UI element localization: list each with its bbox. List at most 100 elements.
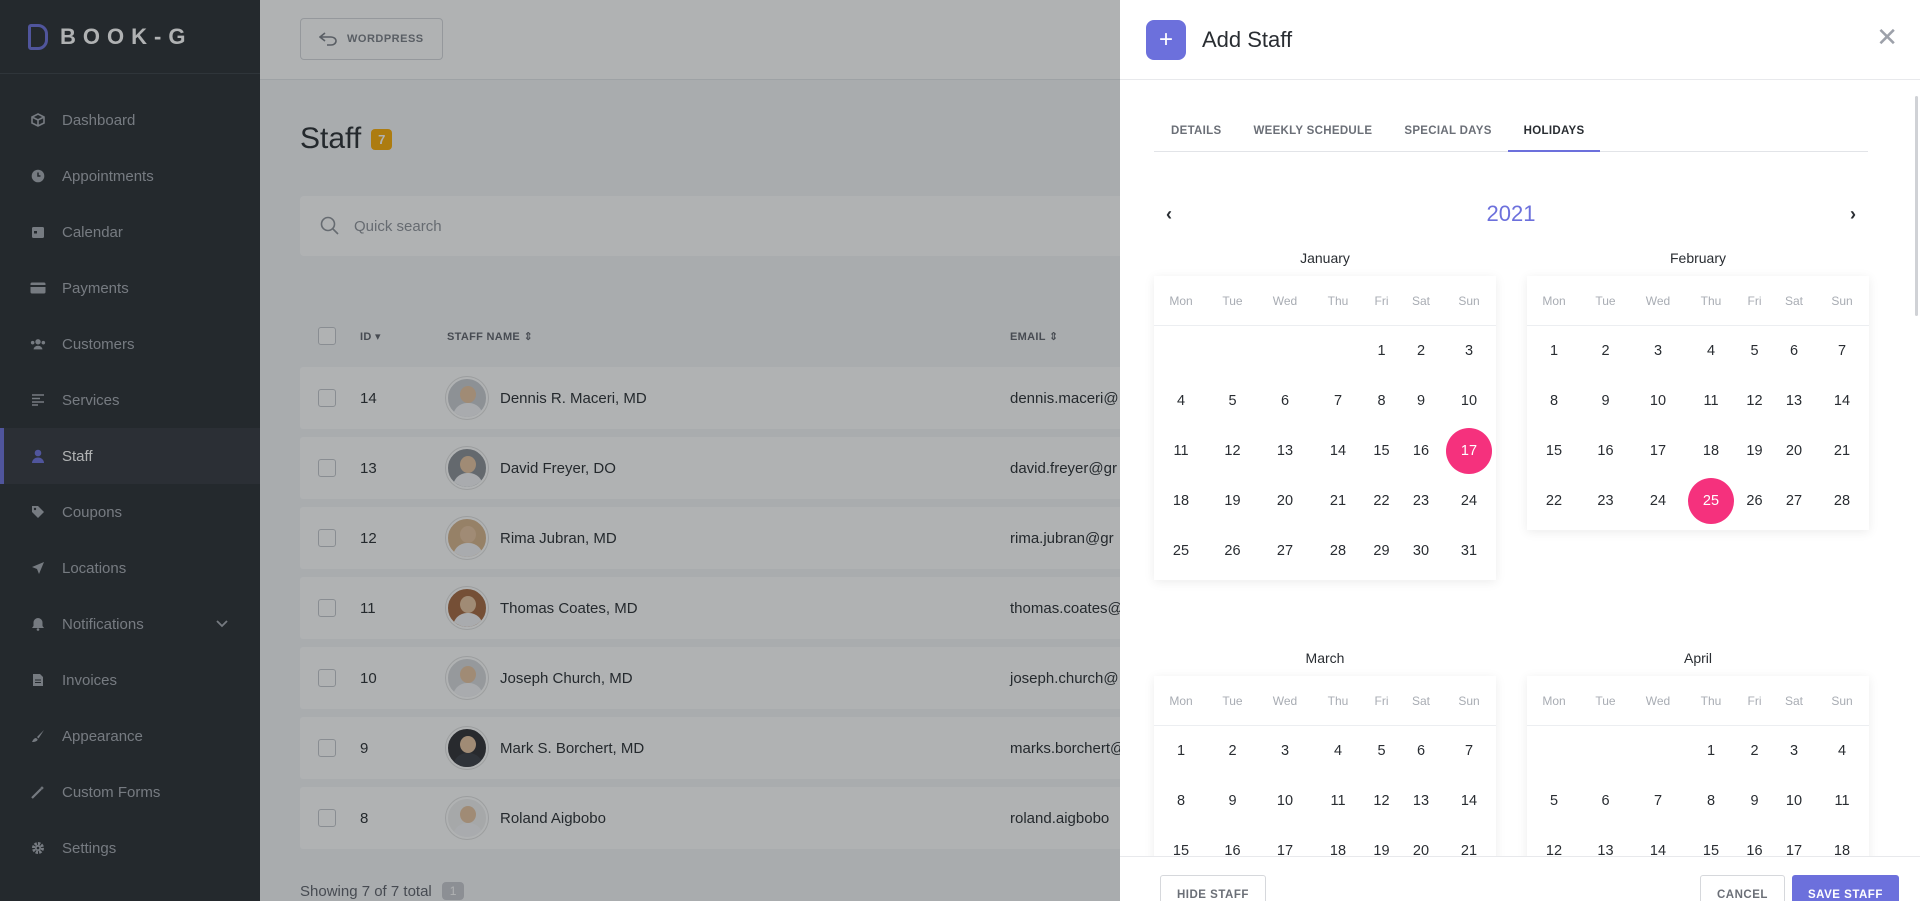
day-cell[interactable]: 7 [1442, 726, 1496, 776]
day-cell[interactable]: 19 [1208, 476, 1257, 526]
day-cell[interactable]: 9 [1581, 376, 1630, 426]
day-cell[interactable]: 13 [1773, 376, 1815, 426]
modal-backdrop[interactable] [0, 0, 1120, 901]
day-cell[interactable]: 12 [1736, 376, 1773, 426]
day-cell[interactable]: 16 [1581, 426, 1630, 476]
day-cell[interactable]: 30 [1400, 526, 1442, 576]
day-cell[interactable]: 1 [1154, 726, 1208, 776]
day-cell[interactable]: 2 [1208, 726, 1257, 776]
day-cell[interactable]: 26 [1736, 476, 1773, 526]
day-cell[interactable]: 10 [1442, 376, 1496, 426]
day-cell[interactable]: 5 [1208, 376, 1257, 426]
day-cell[interactable]: 7 [1630, 776, 1686, 826]
day-cell[interactable]: 7 [1313, 376, 1363, 426]
day-cell[interactable]: 5 [1363, 726, 1400, 776]
day-cell[interactable]: 3 [1773, 726, 1815, 776]
weekday-label: Sat [1411, 293, 1430, 308]
day-cell[interactable]: 18 [1686, 426, 1736, 476]
day-cell[interactable]: 21 [1815, 426, 1869, 476]
day-cell[interactable]: 4 [1313, 726, 1363, 776]
day-cell[interactable]: 11 [1815, 776, 1869, 826]
day-cell[interactable]: 16 [1400, 426, 1442, 476]
day-cell[interactable]: 28 [1313, 526, 1363, 576]
day-cell[interactable]: 10 [1257, 776, 1313, 826]
weekday-header: Mon Tue Wed Thu Fri Sat Sun [1154, 276, 1496, 326]
tab-special-days[interactable]: SPECIAL DAYS [1388, 116, 1507, 152]
day-cell[interactable]: 3 [1630, 326, 1686, 376]
day-cell[interactable]: 21 [1313, 476, 1363, 526]
day-cell[interactable]: 14 [1442, 776, 1496, 826]
day-cell[interactable]: 7 [1815, 326, 1869, 376]
day-cell[interactable]: 9 [1400, 376, 1442, 426]
day-cell[interactable]: 27 [1773, 476, 1815, 526]
day-cell[interactable]: 17 [1630, 426, 1686, 476]
day-cell[interactable]: 5 [1527, 776, 1581, 826]
next-year-arrow-icon[interactable]: › [1850, 204, 1856, 225]
day-cell[interactable]: 2 [1736, 726, 1773, 776]
day-cell[interactable]: 6 [1400, 726, 1442, 776]
day-cell[interactable]: 13 [1257, 426, 1313, 476]
day-cell[interactable]: 24 [1630, 476, 1686, 526]
day-cell[interactable]: 15 [1363, 426, 1400, 476]
day-cell[interactable]: 5 [1736, 326, 1773, 376]
day-cell[interactable]: 20 [1257, 476, 1313, 526]
day-cell[interactable]: 15 [1527, 426, 1581, 476]
day-cell[interactable]: 1 [1686, 726, 1736, 776]
day-cell[interactable]: 6 [1257, 376, 1313, 426]
day-cell[interactable]: 9 [1208, 776, 1257, 826]
hide-staff-button[interactable]: HIDE STAFF [1160, 875, 1266, 901]
day-cell[interactable]: 13 [1400, 776, 1442, 826]
day-cell[interactable]: 3 [1442, 326, 1496, 376]
day-cell[interactable]: 12 [1208, 426, 1257, 476]
day-cell[interactable]: 23 [1400, 476, 1442, 526]
day-cell[interactable]: 12 [1363, 776, 1400, 826]
prev-year-arrow-icon[interactable]: ‹ [1166, 204, 1172, 225]
day-cell[interactable]: 11 [1686, 376, 1736, 426]
day-cell[interactable]: 19 [1736, 426, 1773, 476]
day-cell[interactable]: 14 [1313, 426, 1363, 476]
day-cell[interactable]: 1 [1363, 326, 1400, 376]
day-cell[interactable]: 10 [1630, 376, 1686, 426]
day-cell[interactable]: 14 [1815, 376, 1869, 426]
tab-weekly-schedule[interactable]: WEEKLY SCHEDULE [1237, 116, 1388, 152]
tab-details[interactable]: DETAILS [1154, 116, 1237, 152]
day-cell[interactable]: 8 [1686, 776, 1736, 826]
day-cell[interactable]: 3 [1257, 726, 1313, 776]
panel-scrollbar[interactable] [1915, 96, 1918, 316]
day-cell[interactable]: 27 [1257, 526, 1313, 576]
day-cell[interactable]: 31 [1442, 526, 1496, 576]
holiday-day-cell[interactable]: 17 [1442, 426, 1496, 476]
tab-holidays[interactable]: HOLIDAYS [1507, 116, 1601, 152]
day-cell[interactable]: 2 [1400, 326, 1442, 376]
holiday-day-cell[interactable]: 25 [1686, 476, 1736, 526]
day-cell[interactable]: 24 [1442, 476, 1496, 526]
day-cell[interactable]: 4 [1154, 376, 1208, 426]
close-icon[interactable]: ✕ [1876, 22, 1898, 53]
day-cell[interactable]: 6 [1581, 776, 1630, 826]
day-cell[interactable]: 25 [1154, 526, 1208, 576]
empty-day-cell [1257, 326, 1313, 376]
day-cell[interactable]: 4 [1686, 326, 1736, 376]
day-cell[interactable]: 8 [1527, 376, 1581, 426]
cancel-button[interactable]: CANCEL [1700, 875, 1785, 901]
day-cell[interactable]: 11 [1313, 776, 1363, 826]
day-cell[interactable]: 18 [1154, 476, 1208, 526]
weekday-header: Mon Tue Wed Thu Fri Sat Sun [1527, 276, 1869, 326]
day-cell[interactable]: 23 [1581, 476, 1630, 526]
day-cell[interactable]: 26 [1208, 526, 1257, 576]
save-staff-button[interactable]: SAVE STAFF [1792, 875, 1899, 901]
day-cell[interactable]: 29 [1363, 526, 1400, 576]
day-cell[interactable]: 8 [1363, 376, 1400, 426]
day-cell[interactable]: 6 [1773, 326, 1815, 376]
day-cell[interactable]: 20 [1773, 426, 1815, 476]
day-cell[interactable]: 8 [1154, 776, 1208, 826]
day-cell[interactable]: 11 [1154, 426, 1208, 476]
day-cell[interactable]: 2 [1581, 326, 1630, 376]
day-cell[interactable]: 22 [1363, 476, 1400, 526]
day-cell[interactable]: 22 [1527, 476, 1581, 526]
day-cell[interactable]: 9 [1736, 776, 1773, 826]
day-cell[interactable]: 28 [1815, 476, 1869, 526]
day-cell[interactable]: 1 [1527, 326, 1581, 376]
day-cell[interactable]: 4 [1815, 726, 1869, 776]
day-cell[interactable]: 10 [1773, 776, 1815, 826]
